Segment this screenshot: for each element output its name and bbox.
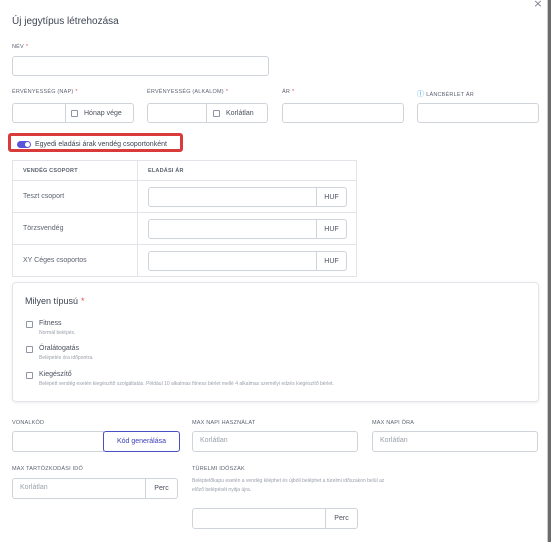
new-ticket-type-dialog: × Új jegytípus létrehozása NÉV * ÉRVÉNYES… [0, 0, 548, 542]
unlimited-label: Korlátlan [226, 109, 254, 117]
currency-suffix: HUF [316, 252, 346, 270]
class-visit-desc: Belépetés óra időpontra. [39, 355, 94, 361]
unlimited-checkbox-group[interactable]: Korlátlan [206, 104, 267, 122]
price-cell: HUF [137, 180, 357, 213]
unlimited-checkbox[interactable] [213, 109, 220, 117]
currency-suffix: HUF [316, 188, 346, 206]
generate-code-button[interactable]: Kód generálása [103, 431, 180, 452]
class-visit-checkbox[interactable] [26, 346, 33, 353]
group-price-table: VENDÉG CSOPORT ELADÁSI ÁR Teszt csoport … [12, 160, 357, 277]
price-input[interactable] [282, 103, 404, 123]
column-header-price: ELADÁSI ÁR [137, 160, 357, 181]
currency-suffix: HUF [316, 220, 346, 238]
minute-suffix: Perc [325, 509, 357, 528]
grace-period-input[interactable]: Perc [192, 508, 358, 529]
ticket-type-section: Milyen típusú * Fitness Normál belépés. Ó… [12, 282, 539, 402]
fitness-desc: Normál belépés. [39, 330, 76, 336]
dialog-title: Új jegytípus létrehozása [12, 16, 119, 27]
chain-price-label: ⓘ LÁNCBÉRLET ÁR [417, 91, 474, 98]
max-stay-placeholder: Korlátlan [20, 484, 48, 491]
fitness-checkbox[interactable] [26, 321, 33, 328]
month-end-checkbox[interactable] [71, 109, 78, 117]
max-stay-label: MAX TARTÓZKODÁSI IDŐ [12, 466, 83, 472]
barcode-input[interactable] [12, 431, 104, 452]
custom-prices-toggle[interactable] [17, 141, 31, 148]
group-name: XY Céges csoportos [12, 244, 138, 277]
class-visit-label: Óralátogatás [39, 345, 80, 352]
month-end-checkbox-group[interactable]: Hónap vége [65, 104, 133, 122]
validity-days-input[interactable]: Hónap vége [12, 103, 134, 123]
max-daily-hours-input[interactable]: Korlátlan [372, 431, 538, 452]
max-stay-input[interactable]: Korlátlan Perc [12, 478, 178, 499]
chain-price-input[interactable] [417, 103, 539, 123]
ticket-type-title: Milyen típusú * [25, 296, 85, 306]
name-input[interactable] [12, 56, 269, 76]
max-daily-hours-label: MAX NAPI ÓRA [372, 420, 415, 426]
info-icon: ⓘ [417, 91, 425, 98]
addon-checkbox[interactable] [26, 372, 33, 379]
price-cell: HUF [137, 212, 357, 245]
grace-period-desc: Beléptetőkapu esetén a vendég kiléphet é… [192, 478, 385, 493]
group-name: Törzsvendég [12, 212, 138, 245]
validity-days-label: ÉRVÉNYESSÉG (NAP) * [12, 89, 78, 95]
max-daily-use-input[interactable]: Korlátlan [192, 431, 358, 452]
group-name: Teszt csoport [12, 180, 138, 213]
custom-prices-toggle-highlight: Egyedi eladási árak vendég csoportonként [8, 133, 183, 152]
max-daily-hours-placeholder: Korlátlan [380, 437, 408, 444]
group-price-input[interactable]: HUF [148, 187, 347, 207]
minute-suffix: Perc [145, 479, 177, 498]
close-icon[interactable]: × [531, 0, 545, 10]
table-row: Törzsvendég HUF [12, 212, 357, 245]
barcode-label: VONALKÓD [12, 420, 45, 426]
validity-uses-input[interactable]: Korlátlan [147, 103, 268, 123]
fitness-label: Fitness [39, 320, 62, 327]
month-end-label: Hónap vége [84, 109, 122, 117]
price-label: ÁR * [282, 89, 295, 95]
table-row: XY Céges csoportos HUF [12, 244, 357, 277]
toggle-knob [25, 142, 30, 147]
addon-desc: Belépett vendég esetén kiegészítő szolgá… [39, 381, 334, 387]
group-price-input[interactable]: HUF [148, 219, 347, 239]
grace-period-label: TÜRELMI IDŐSZAK [192, 466, 245, 472]
addon-label: Kiegészítő [39, 371, 72, 378]
group-price-input[interactable]: HUF [148, 251, 347, 271]
table-row: Teszt csoport HUF [12, 180, 357, 213]
validity-uses-label: ÉRVÉNYESSÉG (ALKALOM) * [147, 89, 229, 95]
name-label: NÉV * [12, 44, 29, 50]
column-header-group: VENDÉG CSOPORT [12, 160, 138, 181]
custom-prices-toggle-label: Egyedi eladási árak vendég csoportonként [35, 141, 167, 148]
max-daily-use-placeholder: Korlátlan [200, 437, 228, 444]
max-daily-use-label: MAX NAPI HASZNÁLAT [192, 420, 256, 426]
price-cell: HUF [137, 244, 357, 277]
